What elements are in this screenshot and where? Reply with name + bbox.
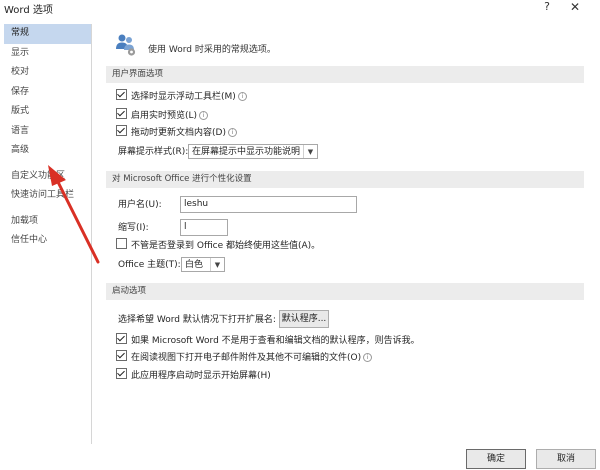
update-content-checkbox[interactable]	[116, 125, 127, 136]
sidebar: 常规 显示 校对 保存 版式 语言 高级 自定义功能区 快速访问工具栏 加载项 …	[4, 24, 92, 444]
tell-me-checkbox[interactable]	[116, 333, 127, 344]
close-button[interactable]: ✕	[566, 0, 584, 18]
live-preview-label: 启用实时预览(L)	[131, 111, 198, 121]
sidebar-item-customize-ribbon[interactable]: 自定义功能区	[4, 167, 91, 187]
initials-input[interactable]: l	[180, 219, 228, 236]
initials-label: 缩写(I):	[118, 223, 149, 233]
info-icon[interactable]: i	[237, 92, 247, 101]
show-start-screen-label: 此应用程序启动时显示开始屏幕(H)	[131, 371, 271, 381]
sidebar-item-trust-center[interactable]: 信任中心	[4, 231, 91, 251]
info-icon[interactable]: i	[363, 353, 373, 362]
update-content-label: 拖动时更新文档内容(D)	[131, 128, 226, 138]
options-panel: 使用 Word 时采用的常规选项。 用户界面选项 选择时显示浮动工具栏(M) i …	[100, 24, 590, 444]
office-theme-value: 白色	[185, 260, 204, 270]
screentip-style-label: 屏幕提示样式(R):	[118, 147, 189, 157]
always-use-checkbox[interactable]	[116, 238, 127, 249]
sidebar-item-layout[interactable]: 版式	[4, 102, 91, 122]
section-startup: 启动选项	[106, 283, 584, 300]
open-reading-view-checkbox[interactable]	[116, 350, 127, 361]
info-icon[interactable]: i	[199, 111, 209, 120]
info-icon[interactable]: i	[227, 128, 237, 137]
people-settings-icon	[116, 34, 136, 56]
ok-button[interactable]: 确定	[466, 449, 526, 469]
title-bar: Word 选项 ? ✕	[0, 0, 600, 20]
chevron-down-icon: ▼	[303, 145, 317, 158]
screentip-style-dropdown[interactable]: 在屏幕提示中显示功能说明 ▼	[188, 144, 318, 159]
sidebar-item-language[interactable]: 语言	[4, 122, 91, 142]
open-reading-view-label: 在阅读视图下打开电子邮件附件及其他不可编辑的文件(O)	[131, 353, 362, 363]
always-use-option[interactable]: 不管是否登录到 Office 都始终使用这些值(A)。	[116, 238, 320, 254]
help-button[interactable]: ?	[539, 0, 555, 18]
tell-me-option[interactable]: 如果 Microsoft Word 不是用于查看和编辑文档的默认程序，则告诉我。	[116, 333, 420, 349]
office-theme-label: Office 主题(T):	[118, 260, 181, 270]
sidebar-item-general[interactable]: 常规	[4, 24, 91, 44]
sidebar-item-save[interactable]: 保存	[4, 83, 91, 103]
live-preview-option[interactable]: 启用实时预览(L) i	[116, 108, 209, 124]
username-label: 用户名(U):	[118, 200, 162, 210]
always-use-label: 不管是否登录到 Office 都始终使用这些值(A)。	[131, 241, 321, 251]
section-personalize: 对 Microsoft Office 进行个性化设置	[106, 171, 584, 188]
window-title: Word 选项	[4, 5, 53, 16]
sidebar-item-proofing[interactable]: 校对	[4, 63, 91, 83]
sidebar-item-advanced[interactable]: 高级	[4, 141, 91, 161]
mini-toolbar-label: 选择时显示浮动工具栏(M)	[131, 92, 236, 102]
show-start-screen-option[interactable]: 此应用程序启动时显示开始屏幕(H)	[116, 368, 271, 384]
default-program-label: 选择希望 Word 默认情况下打开扩展名:	[118, 315, 276, 325]
open-reading-view-option[interactable]: 在阅读视图下打开电子邮件附件及其他不可编辑的文件(O) i	[116, 350, 373, 366]
show-start-screen-checkbox[interactable]	[116, 368, 127, 379]
section-ui-options: 用户界面选项	[106, 66, 584, 83]
sidebar-item-quick-access-toolbar[interactable]: 快速访问工具栏	[4, 186, 91, 206]
default-programs-button[interactable]: 默认程序...	[279, 310, 329, 328]
chevron-down-icon: ▼	[210, 258, 224, 271]
screentip-style-value: 在屏幕提示中显示功能说明	[192, 147, 301, 157]
live-preview-checkbox[interactable]	[116, 108, 127, 119]
office-theme-dropdown[interactable]: 白色 ▼	[181, 257, 225, 272]
cancel-button[interactable]: 取消	[536, 449, 596, 469]
sidebar-item-add-ins[interactable]: 加载项	[4, 212, 91, 232]
username-input[interactable]: leshu	[180, 196, 357, 213]
general-description: 使用 Word 时采用的常规选项。	[148, 45, 276, 55]
update-content-option[interactable]: 拖动时更新文档内容(D) i	[116, 125, 237, 141]
tell-me-label: 如果 Microsoft Word 不是用于查看和编辑文档的默认程序，则告诉我。	[131, 336, 420, 346]
sidebar-item-display[interactable]: 显示	[4, 44, 91, 64]
mini-toolbar-option[interactable]: 选择时显示浮动工具栏(M) i	[116, 89, 247, 105]
mini-toolbar-checkbox[interactable]	[116, 89, 127, 100]
